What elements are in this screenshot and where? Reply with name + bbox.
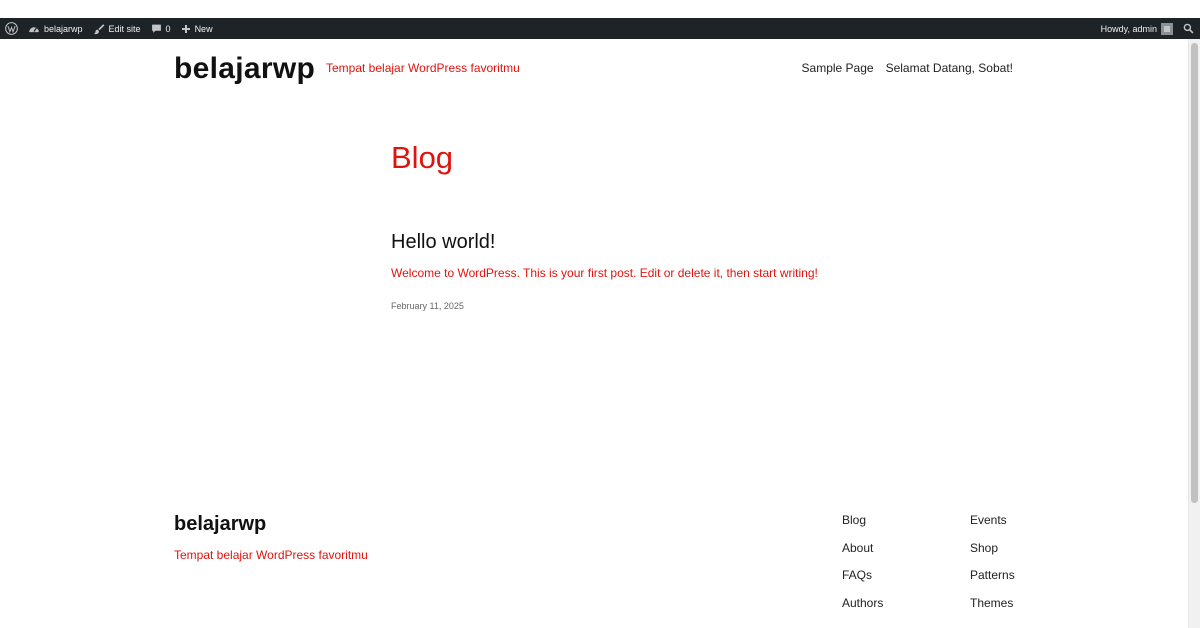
footer-link-authors[interactable]: Authors <box>842 596 883 624</box>
footer-link-faqs[interactable]: FAQs <box>842 568 883 596</box>
footer-links-column-1: Blog About FAQs Authors <box>842 513 883 624</box>
top-strip <box>0 0 1200 18</box>
footer-link-about[interactable]: About <box>842 541 883 569</box>
nav-item-sample-page[interactable]: Sample Page <box>802 61 874 75</box>
comment-icon <box>151 24 161 33</box>
footer-link-patterns[interactable]: Patterns <box>970 568 1015 596</box>
dashboard-icon <box>29 27 39 33</box>
admin-bar-edit-site-label: Edit site <box>108 23 141 34</box>
footer-link-themes[interactable]: Themes <box>970 596 1015 624</box>
site-tagline: Tempat belajar WordPress favoritmu <box>326 61 520 75</box>
wordpress-logo-icon[interactable] <box>0 18 23 39</box>
nav-item-selamat-datang[interactable]: Selamat Datang, Sobat! <box>886 61 1013 75</box>
admin-bar-new-label: New <box>194 23 213 34</box>
search-icon <box>1183 23 1194 34</box>
admin-bar-howdy: Howdy, admin <box>1100 23 1157 34</box>
admin-bar-new[interactable]: New <box>176 18 218 39</box>
footer-link-events[interactable]: Events <box>970 513 1015 541</box>
admin-bar-comments[interactable]: 0 <box>146 18 176 39</box>
admin-bar-site-name: belajarwp <box>44 23 83 34</box>
admin-bar-comment-count: 0 <box>165 23 171 34</box>
admin-bar-account[interactable]: Howdy, admin <box>1096 18 1178 39</box>
footer-link-shop[interactable]: Shop <box>970 541 1015 569</box>
brush-icon <box>93 23 104 34</box>
primary-nav: Sample Page Selamat Datang, Sobat! <box>802 61 1013 75</box>
scrollbar-thumb[interactable] <box>1191 43 1198 503</box>
post-excerpt: Welcome to WordPress. This is your first… <box>391 266 818 280</box>
site-title[interactable]: belajarwp <box>174 52 315 86</box>
admin-bar-left: belajarwp Edit site 0 New <box>0 18 218 39</box>
post-title-link[interactable]: Hello world! <box>391 231 495 254</box>
admin-bar-right: Howdy, admin <box>1096 18 1200 39</box>
footer-tagline: Tempat belajar WordPress favoritmu <box>174 548 368 562</box>
admin-bar-search[interactable] <box>1178 18 1200 39</box>
page-title: Blog <box>391 140 454 175</box>
admin-bar-edit-site[interactable]: Edit site <box>88 18 146 39</box>
avatar <box>1161 22 1173 35</box>
post-date: February 11, 2025 <box>391 301 464 311</box>
footer-link-blog[interactable]: Blog <box>842 513 883 541</box>
footer-links-column-2: Events Shop Patterns Themes <box>970 513 1015 624</box>
footer-site-title[interactable]: belajarwp <box>174 513 266 536</box>
admin-bar-site-link[interactable]: belajarwp <box>23 18 88 39</box>
admin-bar: belajarwp Edit site 0 New Howdy, admin <box>0 18 1200 39</box>
page-scrollbar[interactable] <box>1188 39 1200 628</box>
plus-icon <box>181 24 190 33</box>
